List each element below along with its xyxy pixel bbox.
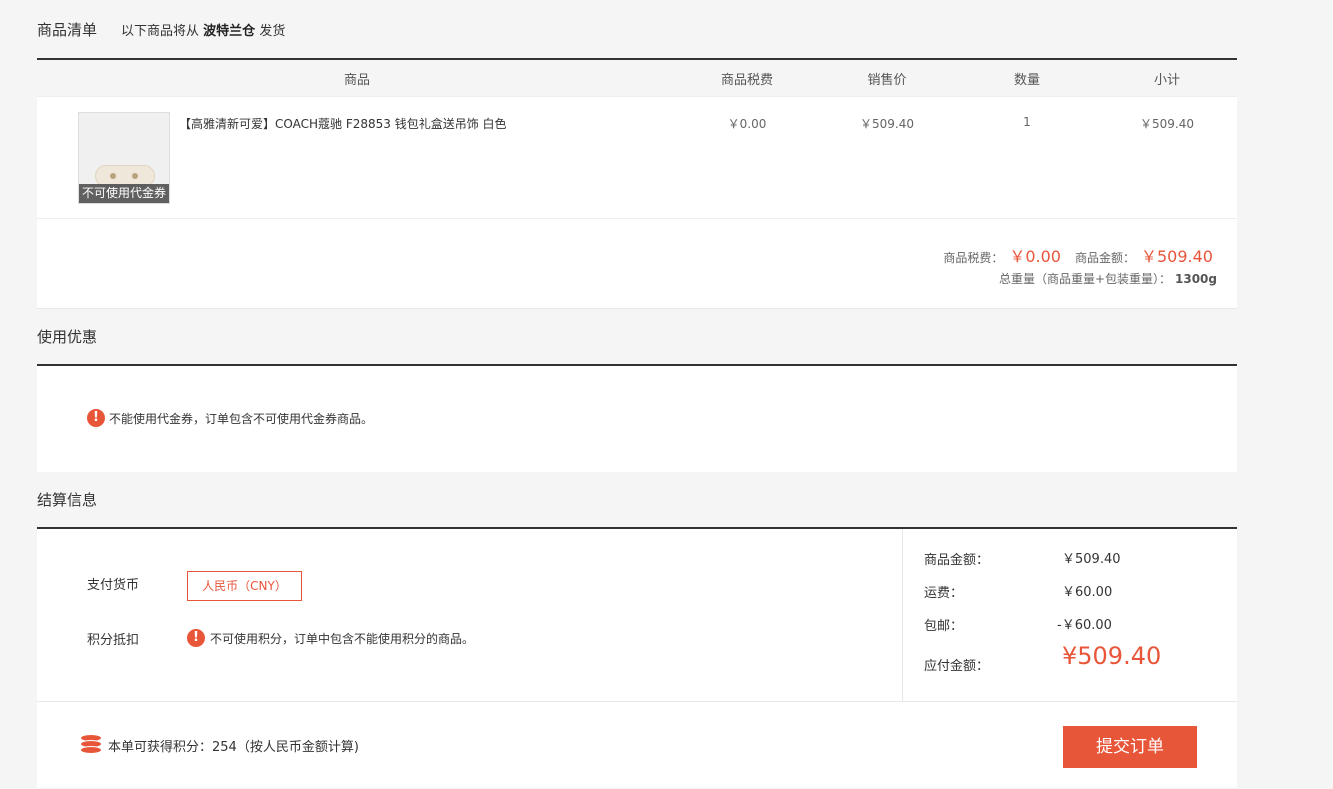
goods-summary: 商品税费： ￥0.00 商品金额： ￥509.40 总重量（商品重量+包装重量）…: [37, 219, 1237, 309]
promo-panel: ! 不能使用代金券，订单包含不可使用代金券商品。: [37, 366, 1237, 472]
total-weight: 总重量（商品重量+包装重量）： 1300g: [999, 270, 1217, 287]
row-subtotal: ￥509.40: [1140, 117, 1194, 131]
weight-label: 总重量（商品重量+包装重量）：: [998, 272, 1171, 286]
product-thumbnail[interactable]: 不可使用代金券: [78, 112, 170, 204]
settle-panel: 支付货币 人民币（CNY） 积分抵扣 ! 不可使用积分，订单中包含不能使用积分的…: [37, 529, 1237, 702]
tax-value: ￥0.00: [1009, 247, 1061, 266]
settle-section-title: 结算信息: [37, 491, 98, 509]
shipping-label: 运费：: [924, 586, 964, 601]
row-tax: ￥0.00: [727, 117, 767, 131]
free-shipping-label: 包邮：: [924, 619, 964, 634]
shipping-value: ￥60.00: [1062, 585, 1113, 600]
header-goods: 商品: [343, 72, 370, 88]
points-message-text: 不可使用积分，订单中包含不能使用积分的商品。: [210, 631, 475, 646]
submit-order-button[interactable]: 提交订单: [1063, 726, 1197, 768]
currency-label: 支付货币: [87, 578, 140, 593]
product-name-link[interactable]: 【高雅清新可爱】COACH蔻驰 F28853 钱包礼盒送吊饰 白色: [179, 115, 507, 132]
summary-amounts: 商品税费： ￥0.00 商品金额： ￥509.40: [943, 243, 1213, 267]
goods-cell: 不可使用代金券 【高雅清新可爱】COACH蔻驰 F28853 钱包礼盒送吊饰 白…: [37, 97, 677, 218]
header-qty: 数量: [1013, 72, 1040, 88]
checkout-page: 商品清单 以下商品将从 波特兰仓 发货 商品 商品税费 销售价 数量 小计 不可…: [37, 0, 1237, 788]
currency-select-button[interactable]: 人民币（CNY）: [187, 571, 302, 601]
free-shipping-value: -￥60.00: [1057, 618, 1112, 633]
shipping-origin: 以下商品将从 波特兰仓 发货: [121, 23, 286, 39]
header-subtotal: 小计: [1153, 72, 1180, 88]
amount-value: ￥509.40: [1141, 247, 1213, 266]
settle-section-header: 结算信息: [37, 472, 1237, 529]
settle-totals: 商品金额： ￥509.40 运费： ￥60.00 包邮： -￥60.00 应付金…: [904, 529, 1237, 702]
promo-section-title: 使用优惠: [37, 328, 98, 346]
payable-value: ¥509.40: [1062, 642, 1162, 670]
warehouse-name: 波特兰仓: [203, 23, 256, 39]
goods-table-header: 商品 商品税费 销售价 数量 小计: [37, 60, 1237, 97]
promo-section-header: 使用优惠: [37, 309, 1237, 366]
header-price: 销售价: [867, 72, 907, 88]
row-qty: 1: [1023, 115, 1031, 129]
points-earn-text: 本单可获得积分：254（按人民币金额计算): [108, 740, 359, 755]
settle-options: 支付货币 人民币（CNY） 积分抵扣 ! 不可使用积分，订单中包含不能使用积分的…: [37, 529, 903, 702]
tax-label: 商品税费：: [943, 251, 1004, 265]
payable-label: 应付金额：: [924, 659, 990, 674]
exclamation-circle-icon: !: [87, 409, 105, 427]
weight-value: 1300g: [1175, 272, 1217, 286]
promo-message-text: 不能使用代金券，订单包含不可使用代金券商品。: [109, 411, 374, 426]
goods-amount-value: ￥509.40: [1062, 552, 1121, 567]
no-voucher-tag: 不可使用代金券: [79, 184, 169, 203]
coin-stack-icon: [80, 734, 102, 756]
goods-amount-label: 商品金额：: [924, 553, 990, 568]
promo-message: ! 不能使用代金券，订单包含不可使用代金券商品。: [87, 409, 373, 427]
exclamation-circle-icon: !: [187, 629, 205, 647]
points-message: ! 不可使用积分，订单中包含不能使用积分的商品。: [187, 629, 474, 647]
checkout-footer: 本单可获得积分：254（按人民币金额计算) 提交订单: [37, 702, 1237, 788]
goods-section-title: 商品清单: [37, 20, 98, 39]
row-price: ￥509.40: [860, 117, 914, 131]
points-label: 积分抵扣: [87, 633, 140, 648]
header-tax: 商品税费: [720, 72, 773, 88]
amount-label: 商品金额：: [1074, 251, 1135, 265]
table-row: 不可使用代金券 【高雅清新可爱】COACH蔻驰 F28853 钱包礼盒送吊饰 白…: [37, 97, 1237, 219]
goods-section-header: 商品清单 以下商品将从 波特兰仓 发货: [37, 0, 1237, 60]
